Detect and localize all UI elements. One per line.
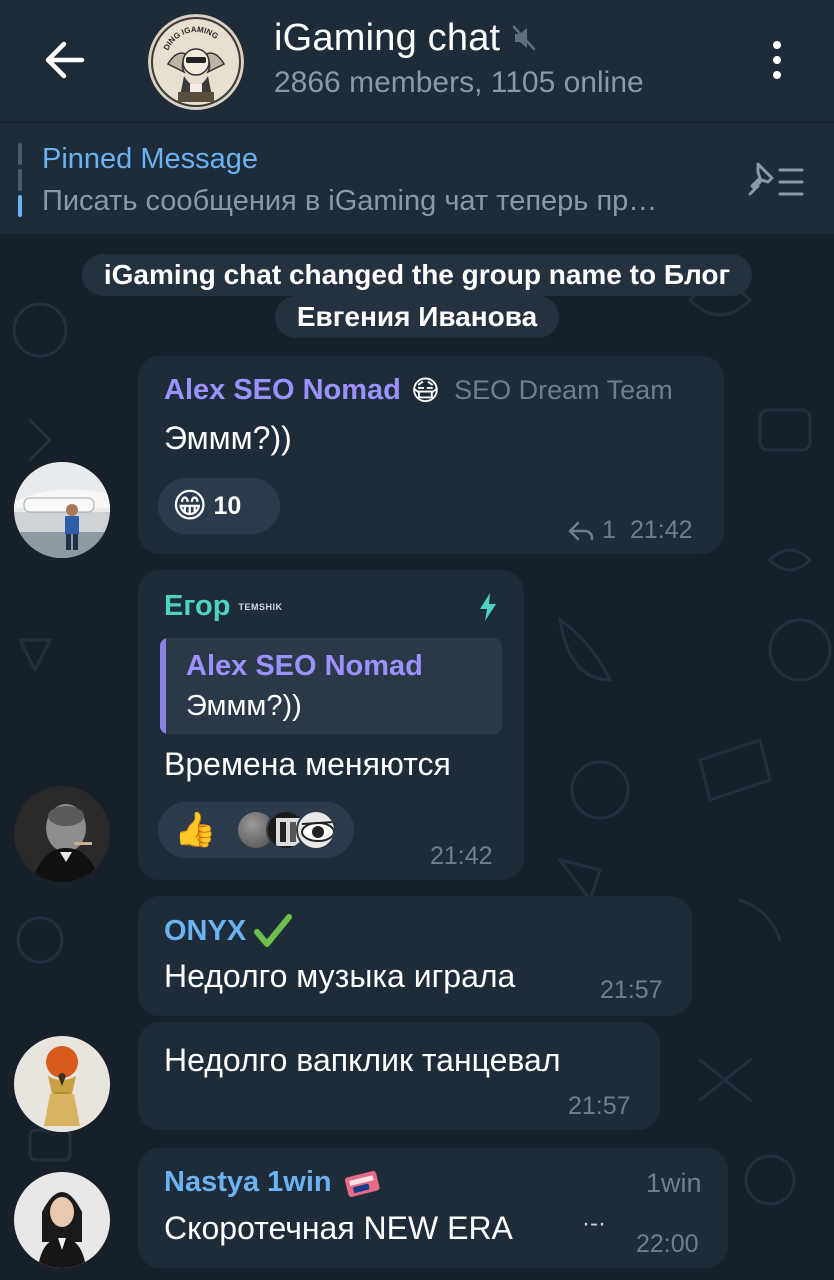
more-menu-button[interactable] bbox=[752, 30, 802, 90]
message-text: Времена меняются bbox=[164, 746, 451, 782]
avatar-onyx[interactable] bbox=[14, 1036, 110, 1132]
thumbs-up-emoji-icon: 👍 bbox=[174, 811, 217, 849]
user-avatar-image bbox=[14, 786, 110, 882]
user-avatar-image bbox=[14, 462, 110, 558]
avatar-nastya-1win[interactable] bbox=[14, 1172, 110, 1268]
reaction-chip[interactable]: 😁 10 bbox=[158, 478, 280, 534]
pinned-message-bar[interactable]: Pinned Message Писать сообщения в iGamin… bbox=[0, 122, 834, 234]
more-vert-icon-dot bbox=[773, 41, 781, 49]
message-text: Эммм?)) bbox=[164, 420, 292, 456]
group-title: iGaming chat bbox=[274, 16, 501, 59]
check-mark-icon bbox=[254, 914, 293, 947]
member-badge: 1win bbox=[646, 1168, 702, 1198]
quote-text: Эммм?)) bbox=[186, 690, 302, 722]
service-message: iGaming chat changed the group name to Б… bbox=[0, 254, 834, 338]
eye-avatar-image bbox=[301, 821, 335, 842]
sender-name[interactable]: Alex SEO Nomad bbox=[164, 374, 401, 407]
pinned-indicator bbox=[18, 143, 22, 217]
quote-bar bbox=[160, 638, 166, 734]
message-time: 21:57 bbox=[568, 1092, 631, 1120]
user-avatar-image bbox=[14, 1036, 110, 1132]
service-message-line: Евгения Иванова bbox=[274, 296, 560, 338]
back-arrow-icon bbox=[45, 41, 85, 79]
reply-arrow-icon bbox=[568, 521, 594, 540]
reply-count-value: 1 bbox=[602, 516, 616, 544]
message-time: 21:57 bbox=[600, 976, 663, 1004]
avatar-alex-seo-nomad[interactable] bbox=[14, 462, 110, 558]
message-header: Егор TEMSHIK bbox=[164, 590, 282, 623]
pinned-indicator-segment-active bbox=[18, 195, 22, 217]
sender-tag: TEMSHIK bbox=[238, 601, 283, 612]
more-vert-icon-dot bbox=[773, 71, 781, 79]
reactor-avatars bbox=[222, 808, 337, 852]
sender-name[interactable]: Егор bbox=[164, 590, 230, 623]
emoticon-suffix: ·-· bbox=[582, 1210, 606, 1237]
message-header: Nastya 1win bbox=[164, 1166, 382, 1199]
pinned-list-button[interactable] bbox=[744, 156, 808, 204]
message-time: 21:42 bbox=[430, 842, 493, 870]
message-bubble[interactable]: Егор TEMSHIK Alex SEO Nomad Эммм?)) Врем… bbox=[138, 570, 524, 880]
reply-quote[interactable]: Alex SEO Nomad Эммм?)) bbox=[160, 638, 502, 734]
reaction-count: 10 bbox=[213, 491, 242, 520]
service-message-line: iGaming chat changed the group name to Б… bbox=[81, 254, 753, 296]
group-avatar[interactable]: DING IGAMING bbox=[148, 14, 244, 110]
message-header: Alex SEO Nomad 😷 SEO Dream Team bbox=[164, 374, 673, 407]
sender-name[interactable]: ONYX bbox=[164, 915, 246, 948]
grin-emoji-icon: 😁 bbox=[172, 487, 208, 525]
sender-name[interactable]: Nastya 1win bbox=[164, 1166, 332, 1199]
user-avatar-image bbox=[14, 1172, 110, 1268]
group-member-count: 2866 members, 1105 online bbox=[274, 66, 644, 99]
pinned-indicator-segment bbox=[18, 143, 22, 165]
more-vert-icon-dot bbox=[773, 56, 781, 64]
muted-speaker-icon bbox=[513, 25, 536, 51]
message-text: Недолго вапклик танцевал bbox=[164, 1042, 561, 1078]
pinned-title: Pinned Message bbox=[42, 143, 259, 175]
group-title-row[interactable]: iGaming chat bbox=[274, 14, 536, 62]
reaction-chip[interactable]: 👍 bbox=[158, 802, 354, 858]
message-text: Недолго музыка играла bbox=[164, 958, 516, 994]
pinned-list-icon bbox=[748, 162, 804, 196]
pinned-text: Писать сообщения в iGaming чат теперь пр… bbox=[42, 185, 658, 217]
reactor-avatar bbox=[296, 810, 337, 850]
message-bubble[interactable]: Alex SEO Nomad 😷 SEO Dream Team Эммм?)) … bbox=[138, 356, 724, 554]
pinned-indicator-segment bbox=[18, 169, 22, 191]
message-bubble[interactable]: Nastya 1win 1win Скоротечная NEW ERA ·-·… bbox=[138, 1148, 728, 1268]
message-bubble[interactable]: ONYX Недолго музыка играла 21:57 bbox=[138, 896, 692, 1016]
message-time: 22:00 bbox=[636, 1230, 699, 1258]
group-avatar-image: DING IGAMING bbox=[148, 14, 244, 110]
quote-sender: Alex SEO Nomad bbox=[186, 650, 423, 682]
sender-emoji-status: 😷 bbox=[410, 375, 441, 406]
message-time: 21:42 bbox=[630, 516, 693, 544]
chat-header: DING IGAMING iGaming chat 2866 members, … bbox=[0, 0, 834, 122]
message-bubble[interactable]: Недолго вапклик танцевал 21:57 bbox=[138, 1022, 660, 1130]
avatar-egor[interactable] bbox=[14, 786, 110, 882]
admin-badge: SEO Dream Team bbox=[454, 375, 673, 405]
message-header: ONYX bbox=[164, 914, 293, 948]
message-text: Скоротечная NEW ERA bbox=[164, 1210, 513, 1246]
ticket-emoji-icon bbox=[344, 1170, 380, 1197]
reply-count[interactable]: 1 bbox=[568, 516, 616, 545]
lightning-icon bbox=[480, 593, 496, 621]
back-button[interactable] bbox=[28, 24, 100, 96]
